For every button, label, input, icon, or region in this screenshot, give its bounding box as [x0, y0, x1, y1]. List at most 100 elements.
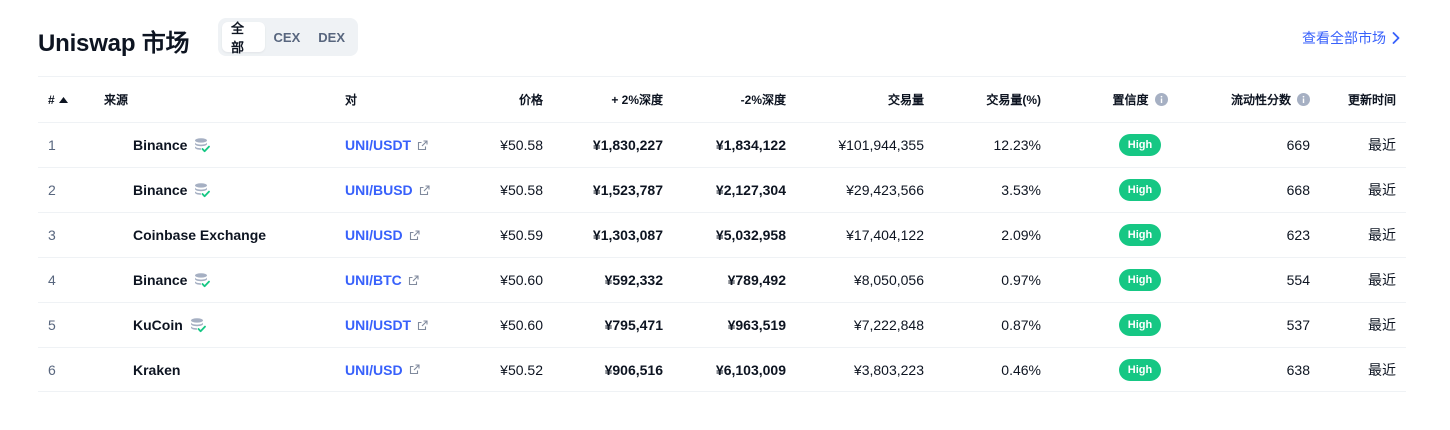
price-cell: ¥50.60: [500, 317, 543, 333]
rank-cell: 4: [48, 258, 108, 302]
pair-link[interactable]: UNI/BUSD: [345, 182, 413, 198]
table-row[interactable]: 5 KuCoin UNI/USDT ¥50.60 ¥795,471 ¥963,519 ¥7,…: [38, 302, 1406, 347]
price-cell: ¥50.52: [500, 361, 543, 378]
table-header-row: # 来源 对 价格 + 2%深度 -2%深度 交易量 交易量(%) 置信度 流动…: [38, 76, 1406, 122]
external-link-icon[interactable]: [417, 139, 428, 151]
pair-cell[interactable]: UNI/USD: [345, 213, 495, 257]
tab-cex[interactable]: CEX: [265, 22, 310, 52]
column-header-liquidity[interactable]: 流动性分数: [1231, 77, 1310, 122]
updated-cell: 最近: [1368, 182, 1396, 198]
info-icon[interactable]: [1154, 93, 1168, 106]
external-link-icon[interactable]: [417, 319, 428, 331]
volume-pct-cell: 2.09%: [1001, 227, 1041, 243]
depth-plus-cell: ¥592,332: [604, 272, 663, 288]
confidence-badge: High: [1118, 314, 1162, 336]
exchange-name[interactable]: Kraken: [133, 362, 180, 378]
volume-pct-cell: 0.87%: [1001, 317, 1041, 333]
chevron-right-icon: [1392, 32, 1400, 44]
column-header-source[interactable]: 来源: [104, 77, 324, 122]
volume-cell: ¥29,423,566: [846, 182, 924, 198]
pair-link[interactable]: UNI/USDT: [345, 137, 411, 153]
external-link-icon[interactable]: [408, 274, 419, 286]
column-header-updated[interactable]: 更新时间: [1348, 77, 1396, 122]
source-cell[interactable]: Coinbase Exchange: [104, 213, 324, 257]
tab-dex[interactable]: DEX: [309, 22, 354, 52]
pair-link[interactable]: UNI/USDT: [345, 317, 411, 333]
depth-minus-cell: ¥789,492: [727, 272, 786, 288]
view-all-label: 查看全部市场: [1302, 30, 1386, 46]
info-icon[interactable]: [1297, 93, 1310, 106]
source-cell[interactable]: Binance: [104, 123, 324, 167]
pair-cell[interactable]: UNI/BTC: [345, 258, 495, 302]
confidence-cell: High: [1100, 303, 1180, 347]
column-header-depth-minus[interactable]: -2%深度: [741, 77, 786, 122]
confidence-badge: High: [1118, 179, 1162, 201]
source-cell[interactable]: Kraken: [104, 348, 324, 391]
pair-link[interactable]: UNI/USD: [345, 227, 403, 243]
volume-pct-cell: 3.53%: [1001, 182, 1041, 198]
exchange-name[interactable]: Binance: [133, 182, 187, 198]
market-header: Uniswap 市场 全部 CEX DEX 查看全部市场: [38, 17, 1406, 57]
external-link-icon[interactable]: [409, 364, 420, 375]
tab-all[interactable]: 全部: [222, 21, 265, 55]
sort-asc-icon: [58, 96, 68, 103]
updated-cell: 最近: [1368, 227, 1396, 243]
pair-link[interactable]: UNI/BTC: [345, 272, 402, 288]
volume-cell: ¥101,944,355: [838, 137, 924, 153]
table-row[interactable]: 3 Coinbase Exchange UNI/USD ¥50.59 ¥1,303,08…: [38, 212, 1406, 257]
exchange-name[interactable]: Binance: [133, 137, 187, 153]
source-cell[interactable]: Binance: [104, 168, 324, 212]
column-header-volume[interactable]: 交易量: [888, 77, 924, 122]
rank-number: 2: [48, 182, 56, 198]
table-body: 1 Binance UNI/USDT ¥50.58 ¥1,830,227 ¥1,834,1…: [38, 122, 1406, 392]
confidence-cell: High: [1100, 168, 1180, 212]
source-cell[interactable]: Binance: [104, 258, 324, 302]
table-row[interactable]: 2 Binance UNI/BUSD ¥50.58 ¥1,523,787 ¥2,127,3…: [38, 167, 1406, 212]
column-header-pair[interactable]: 对: [345, 77, 495, 122]
table-row[interactable]: 6 Kraken UNI/USD ¥50.52 ¥906,516 ¥6,103,009 ¥3…: [38, 347, 1406, 392]
table-row[interactable]: 4 Binance UNI/BTC ¥50.60 ¥592,332 ¥789,492 ¥8,…: [38, 257, 1406, 302]
liquidity-score-cell: 668: [1286, 182, 1310, 198]
pair-cell[interactable]: UNI/USD: [345, 348, 495, 391]
liquidity-score-cell: 669: [1286, 137, 1310, 153]
pair-cell[interactable]: UNI/BUSD: [345, 168, 495, 212]
exchange-name[interactable]: Coinbase Exchange: [133, 227, 266, 243]
rank-number: 4: [48, 272, 56, 288]
external-link-icon[interactable]: [409, 229, 420, 241]
column-header-rank[interactable]: #: [48, 77, 108, 122]
rank-number: 1: [48, 137, 56, 153]
updated-cell: 最近: [1368, 272, 1396, 288]
source-cell[interactable]: KuCoin: [104, 303, 324, 347]
verified-stack-icon: [195, 138, 211, 153]
liquidity-score-cell: 554: [1286, 272, 1310, 288]
depth-minus-cell: ¥6,103,009: [715, 361, 786, 378]
price-cell: ¥50.58: [500, 137, 543, 153]
pair-cell[interactable]: UNI/USDT: [345, 123, 495, 167]
volume-pct-cell: 12.23%: [993, 137, 1041, 153]
liquidity-score-cell: 638: [1286, 361, 1310, 378]
depth-minus-cell: ¥2,127,304: [715, 182, 786, 198]
updated-cell: 最近: [1368, 317, 1396, 333]
rank-cell: 2: [48, 168, 108, 212]
rank-number: 3: [48, 227, 56, 243]
confidence-cell: High: [1100, 258, 1180, 302]
rank-number: 5: [48, 317, 56, 333]
price-cell: ¥50.58: [500, 182, 543, 198]
column-header-price[interactable]: 价格: [519, 77, 543, 122]
external-link-icon[interactable]: [419, 184, 430, 196]
depth-plus-cell: ¥1,830,227: [592, 137, 663, 153]
volume-cell: ¥3,803,223: [853, 361, 924, 378]
depth-plus-cell: ¥1,303,087: [592, 227, 663, 243]
column-header-confidence[interactable]: 置信度: [1100, 77, 1180, 122]
column-header-depth-plus[interactable]: + 2%深度: [611, 77, 663, 122]
exchange-name[interactable]: Binance: [133, 272, 187, 288]
view-all-markets-link[interactable]: 查看全部市场: [1302, 28, 1400, 48]
table-row[interactable]: 1 Binance UNI/USDT ¥50.58 ¥1,830,227 ¥1,834,1…: [38, 122, 1406, 167]
pair-link[interactable]: UNI/USD: [345, 362, 403, 378]
rank-cell: 6: [48, 348, 108, 391]
exchange-name[interactable]: KuCoin: [133, 317, 183, 333]
depth-minus-cell: ¥5,032,958: [715, 227, 786, 243]
column-header-volume-pct[interactable]: 交易量(%): [986, 77, 1041, 122]
depth-plus-cell: ¥906,516: [604, 361, 663, 378]
pair-cell[interactable]: UNI/USDT: [345, 303, 495, 347]
